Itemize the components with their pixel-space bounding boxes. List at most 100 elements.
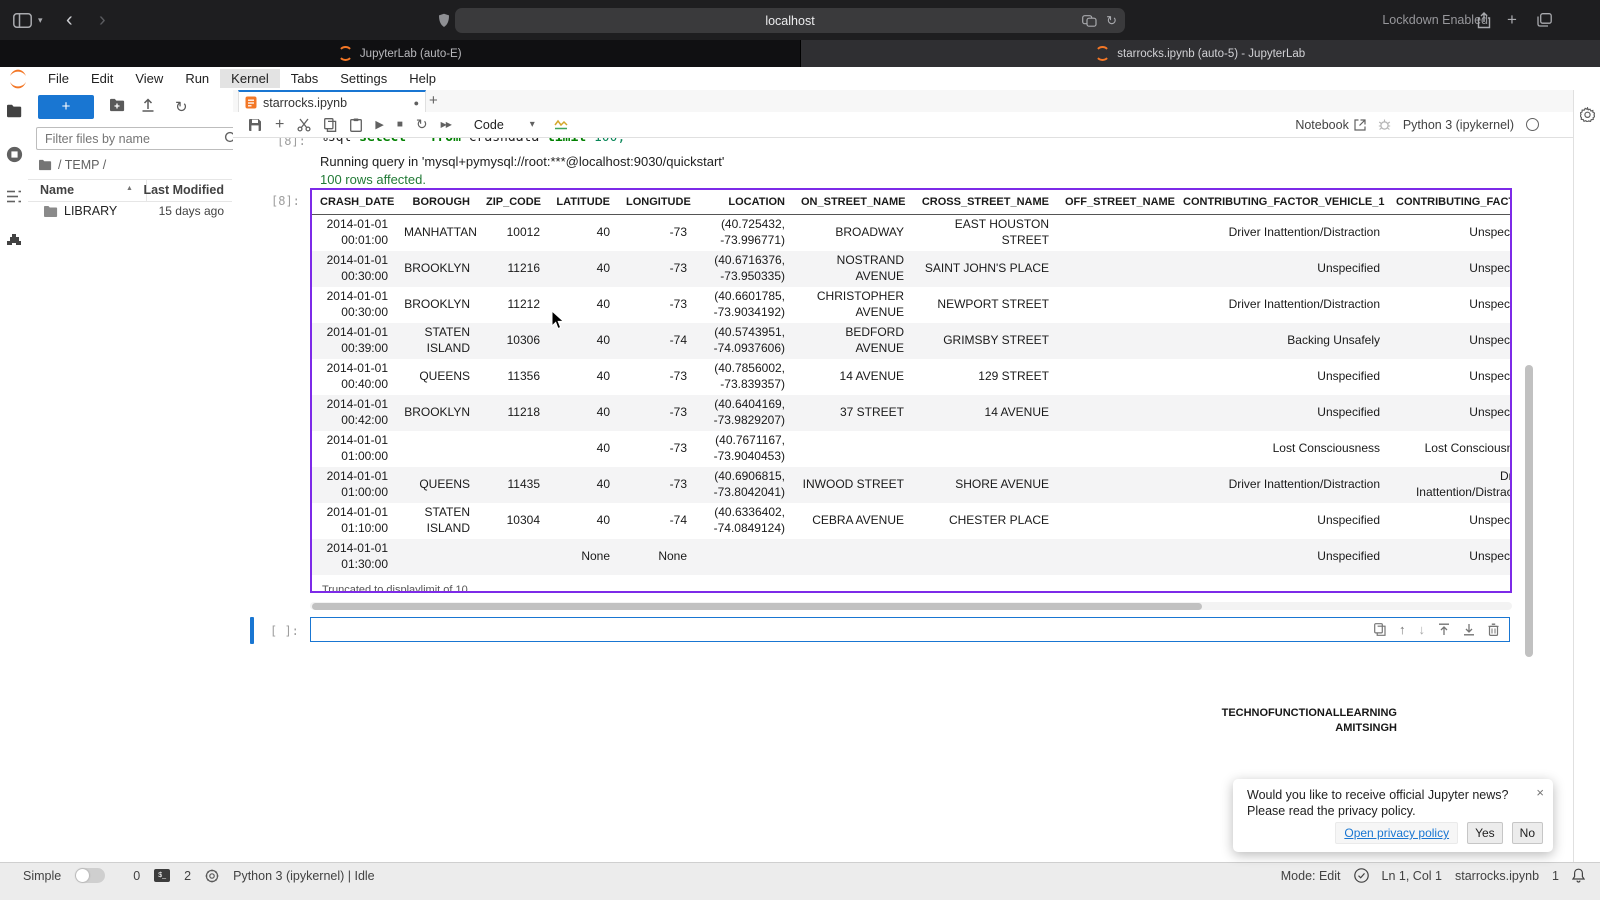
running-sessions-icon[interactable] — [6, 146, 23, 163]
back-icon[interactable]: ‹ — [66, 0, 73, 40]
upload-icon[interactable] — [141, 98, 155, 112]
move-cell-up-icon[interactable]: ↑ — [1399, 622, 1406, 637]
autofill-icon[interactable] — [1082, 15, 1097, 27]
insert-cell-above-icon[interactable] — [1438, 623, 1450, 636]
extension-sparkline-icon[interactable] — [554, 119, 570, 130]
table-cell: EAST HOUSTON STREET — [912, 215, 1057, 252]
interrupt-kernel-icon[interactable]: ■ — [397, 119, 403, 130]
cursor-position[interactable]: Ln 1, Col 1 — [1382, 869, 1442, 883]
column-last-modified[interactable]: Last Modified — [143, 183, 224, 197]
notebook-mode-indicator[interactable]: Notebook — [1295, 118, 1366, 132]
new-notebook-tab-icon[interactable]: + — [429, 92, 438, 109]
kernel-status-icon[interactable] — [1526, 118, 1539, 131]
file-browser-icon[interactable] — [6, 104, 22, 118]
menu-view[interactable]: View — [124, 69, 174, 88]
clipped-code-cell[interactable]: [8]: %sql select * from crashdata limit … — [233, 138, 1573, 149]
table-cell: (40.7856002, -73.839357) — [695, 359, 793, 395]
close-icon[interactable]: × — [1536, 785, 1544, 800]
cut-cells-icon[interactable] — [297, 118, 311, 132]
extensions-icon[interactable] — [6, 233, 22, 249]
open-privacy-policy-button[interactable]: Open privacy policy — [1335, 822, 1458, 844]
column-name[interactable]: Name — [40, 183, 74, 197]
table-cell: 2014-01-01 01:00:00 — [312, 467, 396, 503]
sidebar-chevron-icon[interactable]: ▾ — [38, 0, 43, 40]
menu-edit[interactable]: Edit — [80, 69, 124, 88]
code-number: 100; — [594, 138, 625, 145]
simple-mode-toggle[interactable] — [75, 868, 105, 883]
menu-tabs[interactable]: Tabs — [280, 69, 329, 88]
restart-kernel-icon[interactable]: ↻ — [416, 116, 428, 133]
restart-run-all-icon[interactable]: ▶▶ — [441, 120, 451, 129]
output-prompt: [8]: — [271, 194, 300, 208]
kernel-status-text[interactable]: Python 3 (ipykernel) | Idle — [233, 869, 375, 883]
trust-shield-icon[interactable] — [1354, 868, 1369, 883]
notebook-tab[interactable]: starrocks.ipynb ● — [238, 90, 426, 113]
paste-cells-icon[interactable] — [350, 118, 362, 132]
debugger-icon[interactable] — [1378, 118, 1391, 131]
table-row: 2014-01-01 00:30:00BROOKLYN1121640-73(40… — [312, 251, 1512, 287]
vertical-scrollbar-thumb[interactable] — [1525, 365, 1533, 657]
column-header: ON_STREET_NAME — [793, 190, 912, 215]
move-cell-down-icon[interactable]: ↓ — [1419, 622, 1426, 637]
table-cell: (40.6336402, -74.0849124) — [695, 503, 793, 539]
url-bar[interactable]: localhost ↻ — [455, 8, 1125, 33]
watermark-line2: AMITSINGH — [1222, 721, 1397, 736]
refresh-icon[interactable]: ↻ — [175, 98, 188, 116]
folder-icon — [38, 159, 52, 171]
table-cell: 11356 — [478, 359, 548, 395]
breadcrumb[interactable]: / TEMP / — [38, 158, 106, 172]
notebook-panel: starrocks.ipynb ● + + ▶ — [233, 90, 1573, 862]
sidebar-toggle-icon[interactable] — [13, 0, 32, 40]
bell-icon[interactable] — [1572, 868, 1585, 883]
menu-help[interactable]: Help — [398, 69, 447, 88]
horizontal-scrollbar-thumb[interactable] — [312, 603, 1202, 610]
query-result-output[interactable]: CRASH_DATEBOROUGHZIP_CODELATITUDELONGITU… — [310, 188, 1512, 593]
kernel-count[interactable]: 2 — [184, 869, 191, 883]
file-row-library[interactable]: LIBRARY 15 days ago — [28, 201, 232, 223]
new-folder-icon[interactable] — [109, 98, 125, 112]
yes-button[interactable]: Yes — [1467, 822, 1503, 844]
filter-files-input[interactable]: Filter files by name — [36, 127, 246, 150]
table-cell: -73 — [618, 467, 695, 503]
table-row: 2014-01-01 00:40:00QUEENS1135640-73(40.7… — [312, 359, 1512, 395]
insert-cell-below-icon[interactable] — [1463, 623, 1475, 636]
horizontal-scrollbar[interactable] — [310, 602, 1512, 610]
menu-file[interactable]: File — [37, 69, 80, 88]
table-header-row: CRASH_DATEBOROUGHZIP_CODELATITUDELONGITU… — [312, 190, 1512, 215]
table-cell — [478, 539, 548, 575]
property-inspector-gear-icon[interactable] — [1580, 107, 1595, 122]
code-keyword: limit — [547, 138, 586, 145]
table-cell: STATEN ISLAND — [396, 503, 478, 539]
forward-icon[interactable]: › — [99, 0, 106, 40]
insert-cell-icon[interactable]: + — [275, 118, 284, 132]
cell-type-dropdown[interactable]: Code ▾ — [474, 118, 535, 132]
new-tab-icon[interactable]: + — [1507, 0, 1517, 40]
no-button[interactable]: No — [1512, 822, 1543, 844]
delete-cell-icon[interactable] — [1488, 623, 1499, 636]
duplicate-cell-icon[interactable] — [1374, 623, 1386, 636]
tab-overview-icon[interactable] — [1537, 0, 1552, 40]
reload-icon[interactable]: ↻ — [1106, 13, 1117, 29]
table-cell: NEWPORT STREET — [912, 287, 1057, 323]
save-icon[interactable] — [248, 118, 262, 132]
table-cell: Lost Consciousness — [1175, 431, 1388, 467]
table-cell: (40.6601785, -73.9034192) — [695, 287, 793, 323]
share-icon[interactable] — [1477, 0, 1491, 40]
new-launcher-button[interactable]: + — [38, 95, 94, 119]
empty-cell-editor[interactable]: ↑ ↓ — [310, 617, 1510, 642]
run-cell-icon[interactable]: ▶ — [375, 118, 383, 131]
menu-settings[interactable]: Settings — [329, 69, 398, 88]
table-cell — [396, 431, 478, 467]
table-cell: 14 AVENUE — [912, 395, 1057, 431]
menu-kernel[interactable]: Kernel — [220, 69, 280, 88]
terminal-count[interactable]: 0 — [133, 869, 140, 883]
menu-run[interactable]: Run — [174, 69, 220, 88]
copy-cells-icon[interactable] — [324, 118, 337, 132]
kernel-name[interactable]: Python 3 (ipykernel) — [1403, 118, 1514, 132]
notification-count[interactable]: 1 — [1552, 869, 1559, 883]
table-of-contents-icon[interactable] — [6, 190, 22, 203]
table-cell: 2014-01-01 00:01:00 — [312, 215, 396, 252]
browser-tab-jupyterlab[interactable]: JupyterLab (auto-E) — [0, 40, 800, 67]
browser-tab-starrocks[interactable]: starrocks.ipynb (auto-5) - JupyterLab — [800, 40, 1600, 67]
browser-tab-bar: JupyterLab (auto-E) starrocks.ipynb (aut… — [0, 40, 1600, 67]
